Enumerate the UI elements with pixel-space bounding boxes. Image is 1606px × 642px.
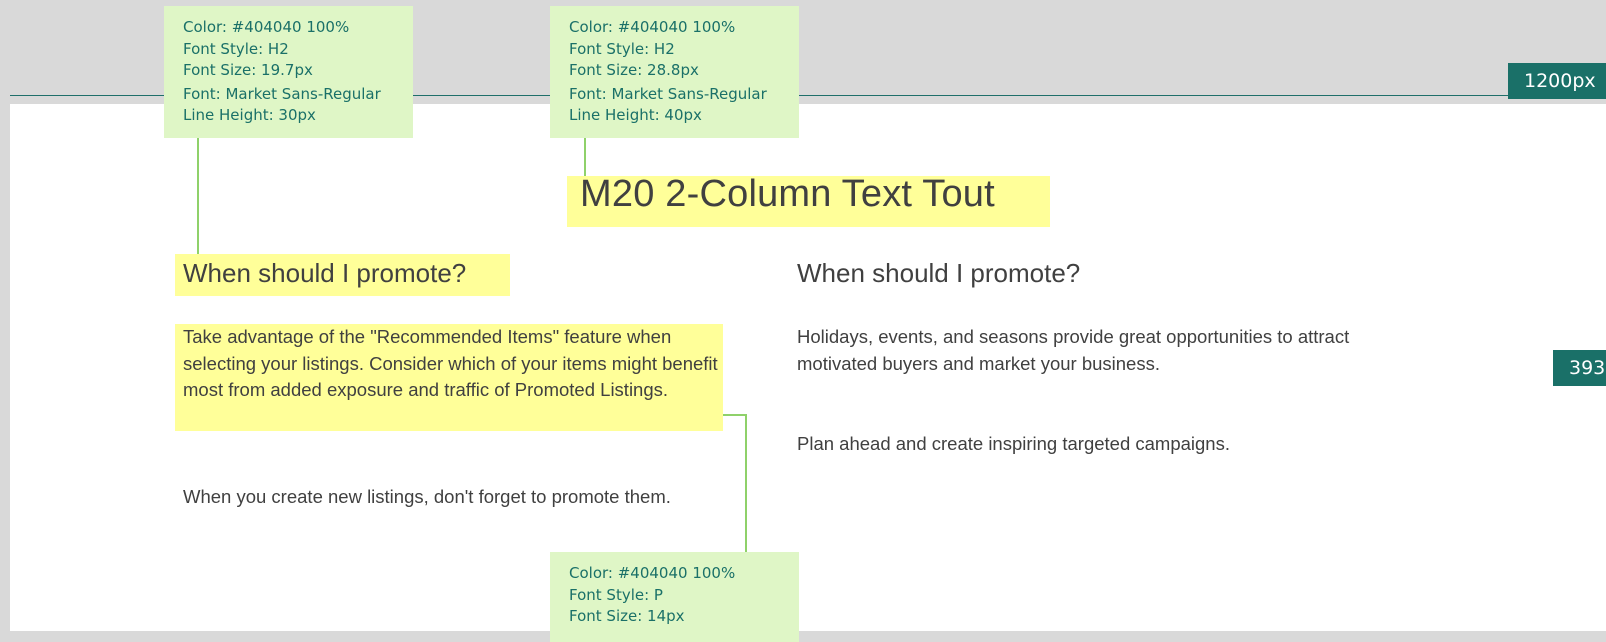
connector-note3-v [745, 414, 747, 552]
spec-note-paragraph: Color: #404040 100% Font Style: P Font S… [550, 552, 799, 642]
module-title: M20 2-Column Text Tout [580, 173, 995, 215]
connector-note3-h [722, 414, 746, 416]
spec-line: Font: Market Sans-Regular [183, 84, 381, 103]
spec-line: Line Height: 40px [569, 106, 702, 124]
spec-line: Font Size: 14px [569, 607, 685, 625]
spec-line: Font Style: H2 [183, 39, 289, 58]
connector-note2 [584, 138, 586, 176]
spec-note-h2-small: Color: #404040 100% Font Style: H2 Font … [164, 6, 413, 138]
right-column-paragraph-1: Holidays, events, and seasons provide gr… [797, 326, 1350, 374]
left-column-paragraph-2: When you create new listings, don't forg… [183, 486, 671, 507]
spec-line: Color: #404040 100% [183, 18, 350, 36]
connector-note1 [197, 138, 199, 254]
width-marker-badge: 1200px [1508, 63, 1606, 99]
side-marker-badge: 393 [1553, 350, 1606, 386]
spec-line: Font: Market Sans-Regular [569, 84, 767, 103]
right-column-heading: When should I promote? [797, 258, 1081, 288]
right-column-paragraph-2: Plan ahead and create inspiring targeted… [797, 433, 1230, 454]
spec-line: Font Size: 19.7px [183, 61, 313, 79]
spec-line: Font Size: 28.8px [569, 61, 699, 79]
left-column-paragraph-1: Take advantage of the "Recommended Items… [183, 326, 718, 401]
spec-line: Color: #404040 100% [569, 18, 736, 36]
spec-note-h2-large: Color: #404040 100% Font Style: H2 Font … [550, 6, 799, 138]
left-column-heading: When should I promote? [183, 258, 467, 288]
spec-line: Font Style: H2 [569, 39, 675, 58]
spec-line: Font Style: P [569, 585, 663, 604]
spec-line: Color: #404040 100% [569, 564, 736, 582]
spec-line: Line Height: 30px [183, 106, 316, 124]
